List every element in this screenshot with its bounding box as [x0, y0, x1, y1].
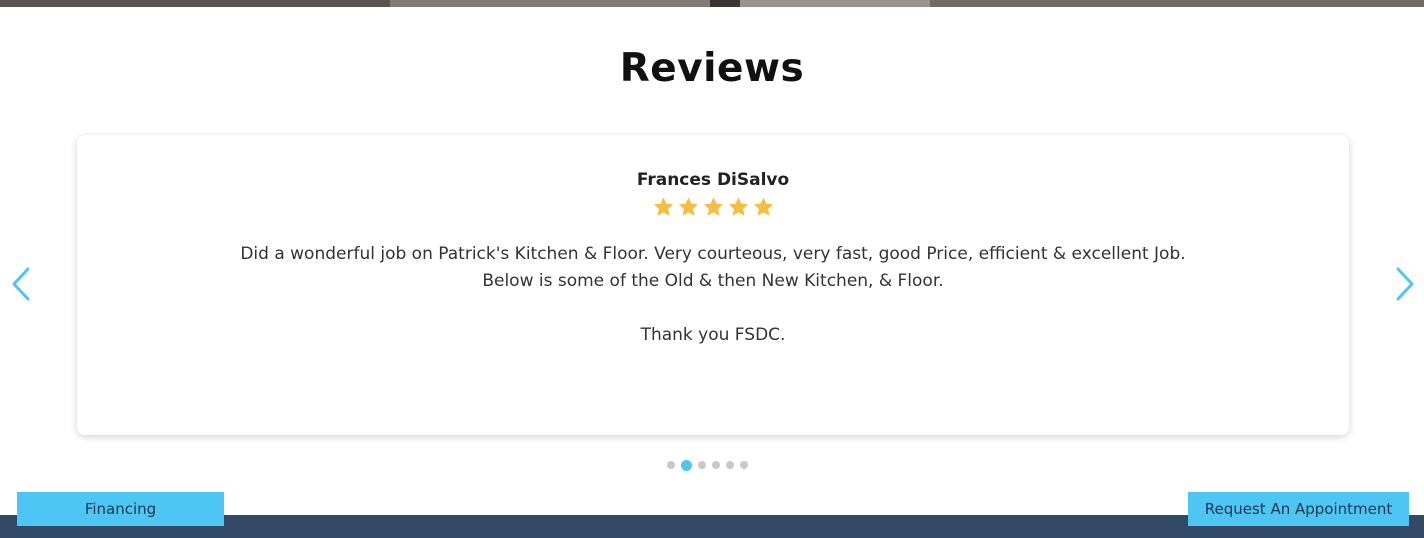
carousel-dot[interactable] [740, 461, 748, 469]
carousel-pagination [667, 459, 748, 471]
star-icon [728, 197, 748, 216]
carousel-dot[interactable] [726, 461, 734, 469]
star-rating [77, 196, 1349, 222]
review-text-line: Thank you FSDC. [640, 325, 786, 345]
review-card: Frances DiSalvo Did a wonderful job on P… [77, 135, 1349, 435]
hero-image-strip [0, 0, 1424, 7]
star-icon [678, 197, 698, 216]
chevron-left-icon [12, 267, 30, 301]
request-appointment-button[interactable]: Request An Appointment [1188, 492, 1409, 526]
section-title: Reviews [619, 46, 805, 91]
carousel-next-button[interactable] [1392, 264, 1420, 304]
carousel-dot[interactable] [712, 461, 720, 469]
review-text: Did a wonderful job on Patrick's Kitchen… [77, 241, 1349, 349]
carousel-dot[interactable] [667, 461, 675, 469]
review-text-line: Below is some of the Old & then New Kitc… [482, 271, 944, 291]
star-icon [703, 197, 723, 216]
financing-button[interactable]: Financing [17, 492, 224, 526]
carousel-dot[interactable] [698, 461, 706, 469]
reviewer-name: Frances DiSalvo [636, 170, 790, 190]
chevron-right-icon [1396, 267, 1414, 301]
star-icon [653, 197, 673, 216]
review-text-line: Did a wonderful job on Patrick's Kitchen… [240, 244, 1186, 264]
carousel-dot-active[interactable] [681, 459, 692, 471]
carousel-prev-button[interactable] [6, 264, 34, 304]
star-icon [753, 197, 773, 216]
